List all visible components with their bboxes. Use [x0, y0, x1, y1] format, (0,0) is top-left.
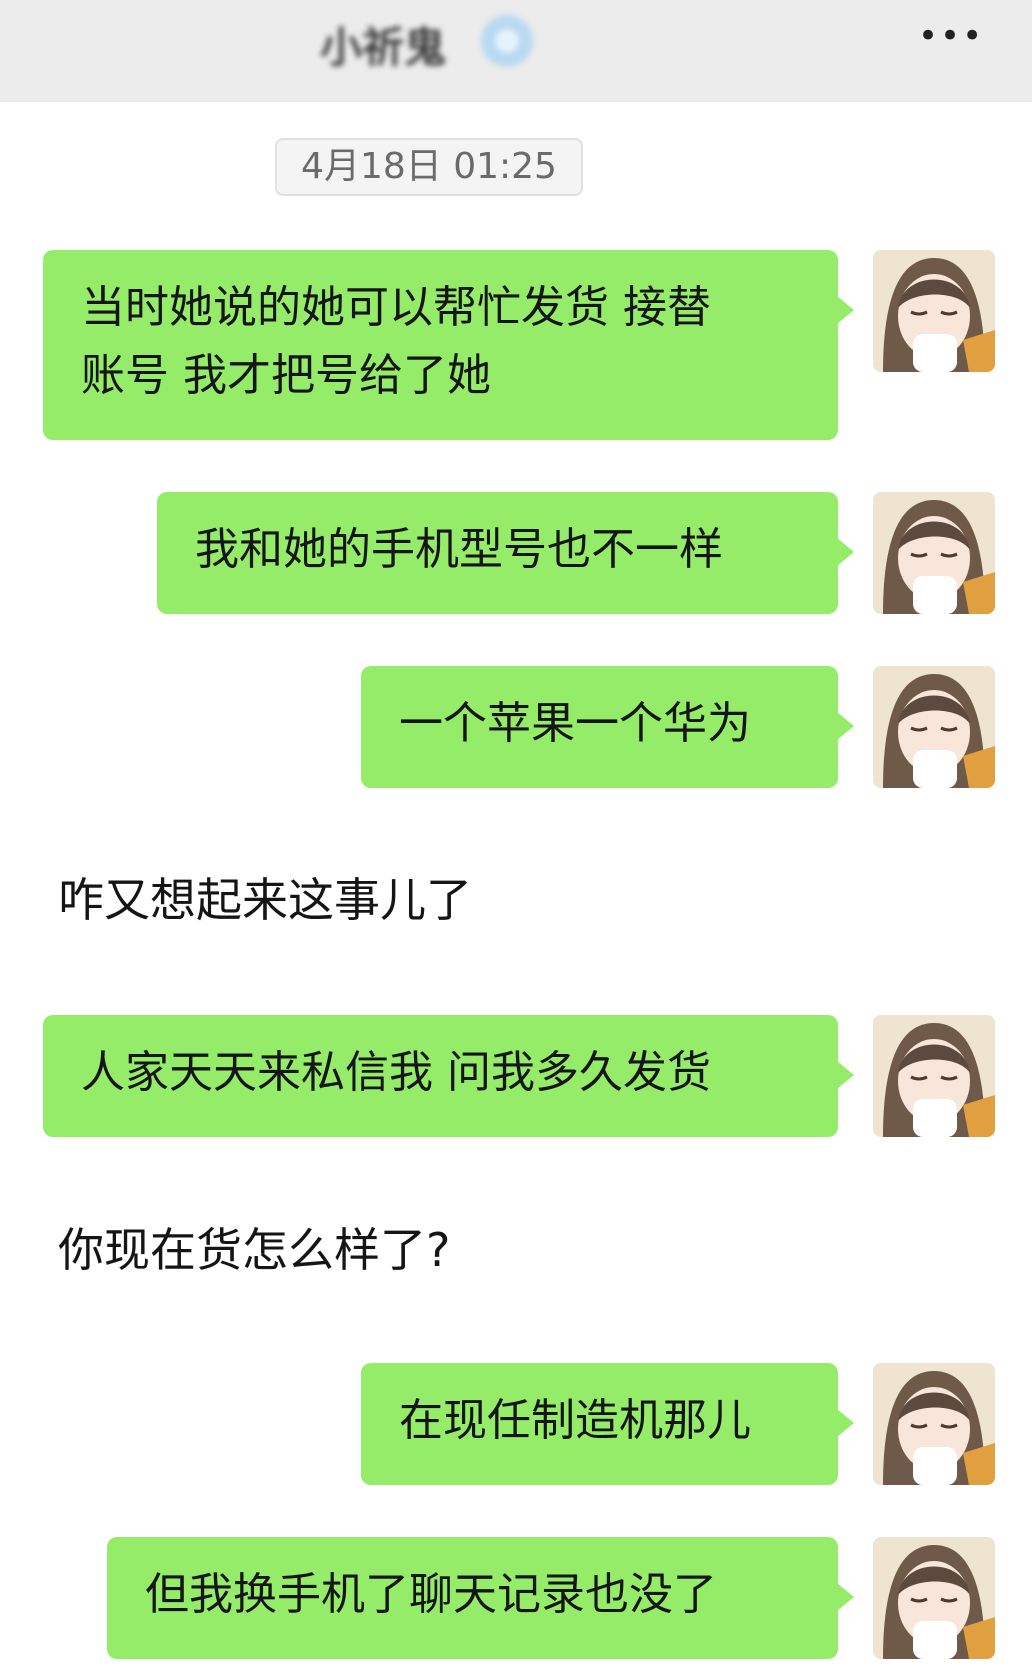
avatar[interactable]: [873, 250, 995, 372]
message-line: 我和她的手机型号也不一样: [195, 524, 723, 575]
avatar[interactable]: [873, 492, 995, 614]
contact-name: 小祈鬼: [320, 23, 447, 72]
chat-header: 小祈鬼 •••: [0, 0, 1032, 102]
message-received-text[interactable]: 咋又想起来这事儿了: [58, 870, 472, 930]
more-options-icon[interactable]: •••: [918, 19, 982, 53]
message-bubble-sent[interactable]: 一个苹果一个华为: [361, 666, 854, 788]
message-line: 账号 我才把号给了她: [81, 350, 491, 401]
avatar[interactable]: [873, 666, 995, 788]
message-timestamp: 4月18日 01:25: [275, 138, 583, 196]
message-line: 但我换手机了聊天记录也没了: [145, 1569, 717, 1620]
message-received-text[interactable]: 你现在货怎么样了?: [58, 1220, 450, 1280]
avatar[interactable]: [873, 1363, 995, 1485]
avatar[interactable]: [873, 1537, 995, 1659]
message-line: 在现任制造机那儿: [399, 1395, 751, 1446]
avatar[interactable]: [873, 1015, 995, 1137]
message-line: 当时她说的她可以帮忙发货 接替: [81, 282, 711, 333]
message-bubble-sent[interactable]: 在现任制造机那儿: [361, 1363, 854, 1485]
snowflake-emoji-icon: [478, 12, 536, 70]
message-bubble-sent[interactable]: 我和她的手机型号也不一样: [157, 492, 854, 614]
message-bubble-sent[interactable]: 当时她说的她可以帮忙发货 接替 账号 我才把号给了她: [43, 250, 854, 440]
message-bubble-sent[interactable]: 人家天天来私信我 问我多久发货: [43, 1015, 854, 1137]
message-line: 人家天天来私信我 问我多久发货: [81, 1047, 711, 1098]
message-line: 一个苹果一个华为: [399, 698, 751, 749]
message-bubble-sent[interactable]: 但我换手机了聊天记录也没了: [107, 1537, 854, 1659]
